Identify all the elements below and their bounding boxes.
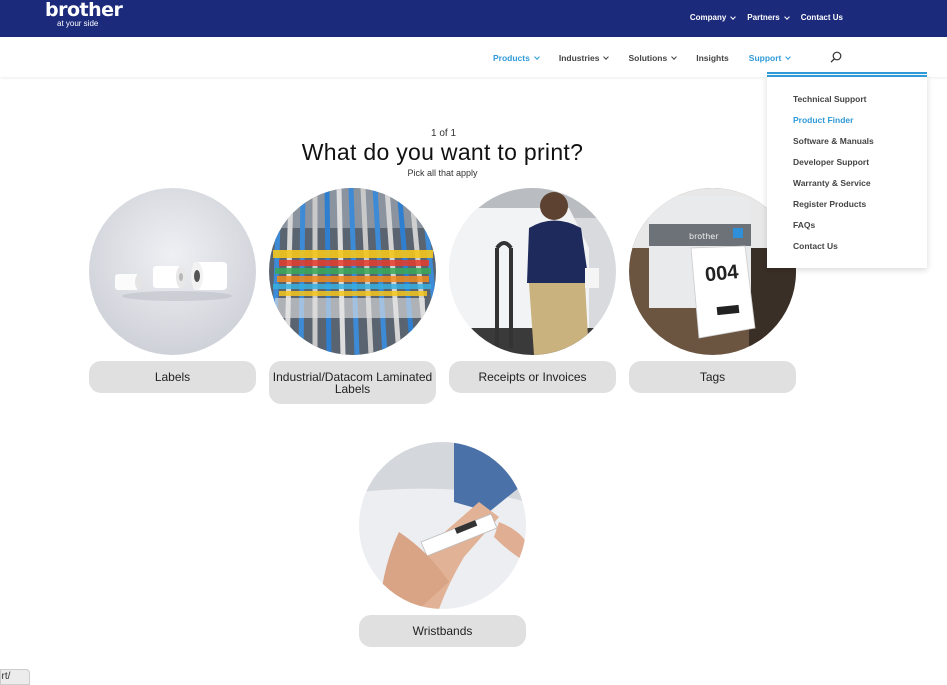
chevron-down-icon [603,54,610,60]
chevron-down-icon [671,54,678,60]
support-dropdown: Technical Support Product Finder Softwar… [767,75,927,268]
menu-technical-support[interactable]: Technical Support [793,94,867,104]
menu-register-products[interactable]: Register Products [793,199,866,209]
brother-logo[interactable]: brother at your side [45,0,123,28]
chevron-down-icon [730,13,737,20]
option-labels-button[interactable]: Labels [89,361,256,393]
nav-support-label: Support [748,53,782,63]
option-wristbands-label: Wristbands [412,624,473,638]
nav-insights-label: Insights [696,53,729,63]
nav-industries[interactable]: Industries [558,53,610,63]
topnav-contact-label: Contact Us [800,13,843,22]
option-industrial[interactable]: Industrial/Datacom Laminated Labels [269,188,436,404]
chevron-down-icon [785,54,792,60]
nav-solutions-label: Solutions [628,53,668,63]
topnav-partners-label: Partners [747,13,780,22]
nav-insights[interactable]: Insights [696,53,729,63]
status-url: ort/ [0,669,30,685]
industrial-image[interactable] [269,188,436,355]
step-indicator: 1 of 1 [430,128,457,139]
option-receipts[interactable]: Receipts or Invoices [449,188,616,393]
menu-product-finder[interactable]: Product Finder [793,115,853,125]
hint-text: Pick all that apply [407,168,478,178]
option-wristbands-button[interactable]: Wristbands [359,615,526,647]
option-labels-label: Labels [154,370,191,384]
topnav-partners[interactable]: Partners [747,13,790,22]
menu-software-manuals[interactable]: Software & Manuals [793,136,874,146]
logo-tagline: at your side [57,19,99,28]
support-active-underline [767,72,927,74]
labels-image[interactable] [89,188,256,355]
chevron-down-icon [534,54,540,60]
tag-number-text: 004 [704,261,740,286]
page-title: What do you want to print? [301,139,584,165]
nav-products[interactable]: Products [493,53,540,63]
utility-nav: Company Partners Contact Us [678,13,843,22]
nav-solutions[interactable]: Solutions [628,53,678,63]
topnav-company-label: Company [689,13,727,22]
menu-warranty-service[interactable]: Warranty & Service [793,178,871,188]
menu-developer-support[interactable]: Developer Support [793,157,869,167]
option-receipts-button[interactable]: Receipts or Invoices [449,361,616,393]
option-industrial-button[interactable]: Industrial/Datacom Laminated Labels [269,361,436,404]
printer-brand-text: brother [689,232,719,241]
chevron-down-icon [783,13,790,20]
option-industrial-label: Industrial/Datacom Laminated Labels [272,370,433,396]
top-bar: brother at your side Company Partners Co… [0,0,947,37]
main-nav: Products Industries Solutions Insights S… [0,37,947,77]
topnav-contact-us[interactable]: Contact Us [801,13,843,22]
option-tags-label: Tags [699,370,726,384]
menu-faqs[interactable]: FAQs [793,220,815,230]
menu-contact-us[interactable]: Contact Us [793,241,838,251]
topnav-company[interactable]: Company [689,13,737,22]
logo-wordmark: brother [45,0,123,21]
search-icon[interactable] [830,51,842,63]
nav-support[interactable]: Support [748,53,792,63]
receipts-image[interactable] [449,188,616,355]
option-wristbands[interactable]: Wristbands [359,442,526,647]
nav-products-label: Products [493,53,530,63]
wristbands-image[interactable] [359,442,526,609]
nav-industries-label: Industries [558,53,600,63]
option-receipts-label: Receipts or Invoices [478,370,587,384]
option-labels[interactable]: Labels [89,188,256,393]
option-tags-button[interactable]: Tags [629,361,796,393]
